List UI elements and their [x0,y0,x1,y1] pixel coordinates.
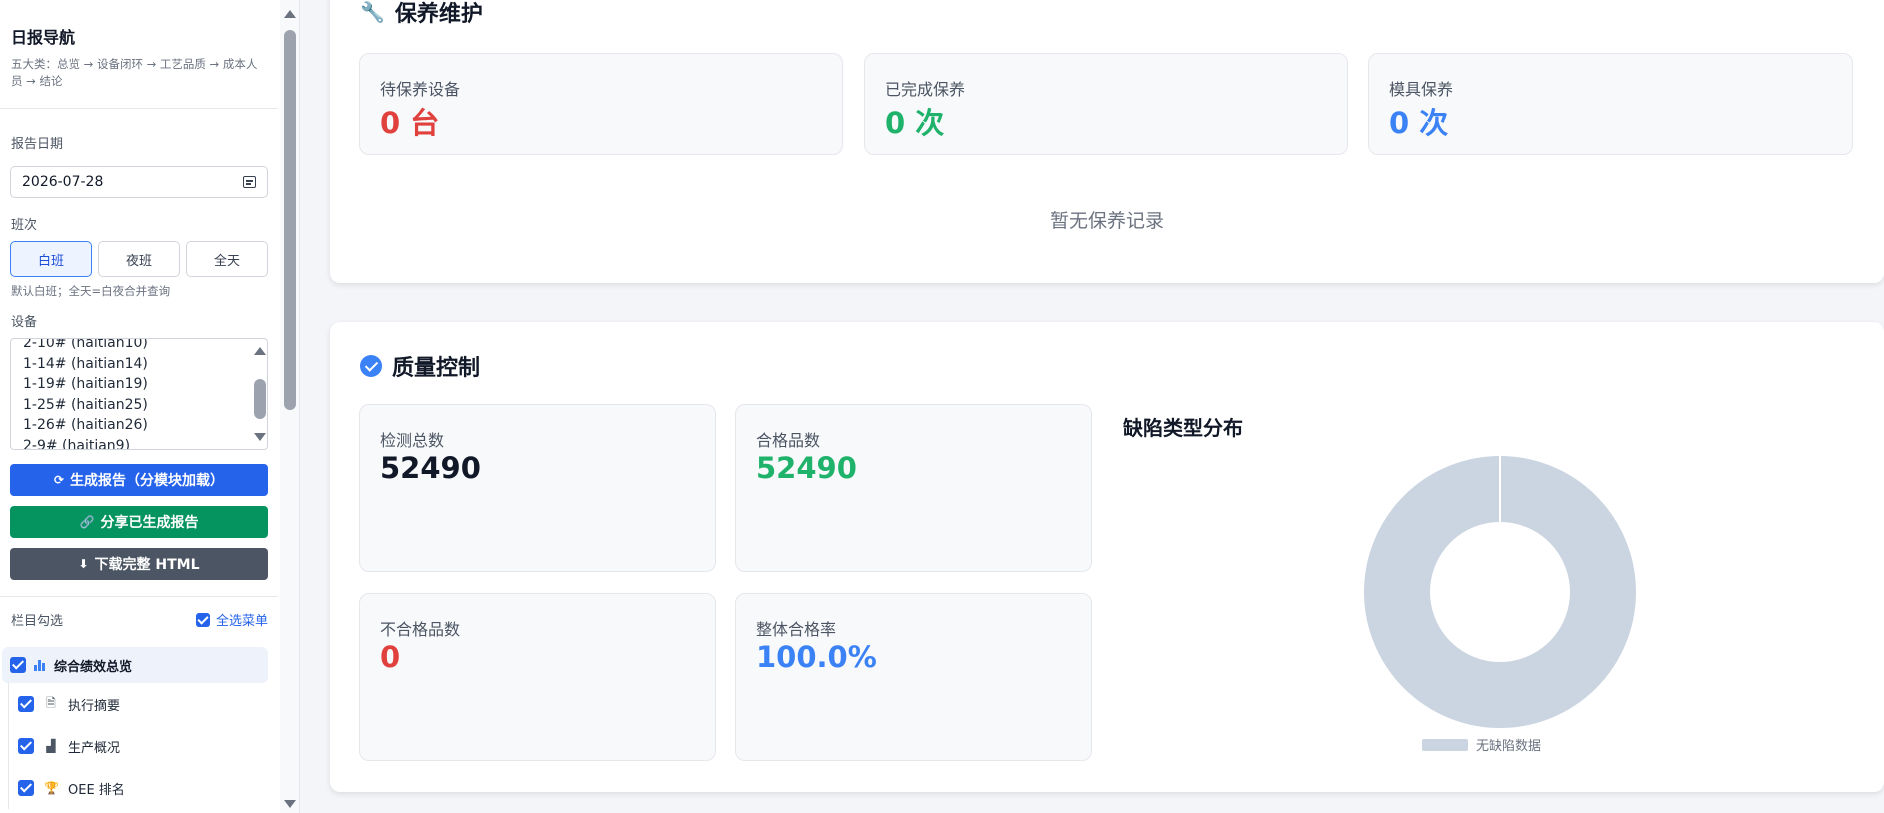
menu-item-production[interactable]: ▟ 生产概况 [9,725,278,767]
download-html-label: 下载完整 HTML [94,557,200,573]
device-label: 设备 [11,315,38,330]
report-date-value: 2026-07-28 [22,174,104,190]
stat-pass-rate: 整体合格率 100.0% [735,593,1092,761]
quality-title-text: 质量控制 [392,356,481,381]
stat-value: 0 [380,640,401,674]
stat-value: 52490 [380,451,481,485]
stat-label: 不合格品数 [380,620,461,639]
link-icon: 🔗 [79,515,95,529]
generate-report-button[interactable]: ⟳ 生成报告（分模块加载） [10,464,268,496]
stat-label: 检测总数 [380,431,445,450]
menu-label: 栏目勾选 [11,614,64,629]
bar-chart-icon [34,659,46,671]
stat-label: 模具保养 [1389,80,1454,99]
menu-header: 栏目勾选 全选菜单 [0,596,278,629]
device-option[interactable]: 1-26# (haitian26) [23,415,148,436]
stat-value: 0 台 [380,106,440,140]
sidebar-content: 日报导航 五大类：总览 → 设备闭环 → 工艺品质 → 成本人员 → 结论 报告… [0,0,278,813]
stat-value: 100.0% [756,640,877,674]
group-checkbox[interactable] [10,657,26,673]
shift-day-button[interactable]: 白班 [10,241,92,277]
select-all-checkbox[interactable] [195,612,210,627]
sidebar-scroll-thumb[interactable] [284,30,296,410]
stat-total-inspected: 检测总数 52490 [359,404,716,572]
share-report-button[interactable]: 🔗 分享已生成报告 [10,506,268,538]
stat-value: 52490 [756,451,857,485]
scroll-down-icon[interactable] [254,433,266,441]
trophy-icon: 🏆 [44,781,59,795]
stat-label: 已完成保养 [885,80,966,99]
shift-night-button[interactable]: 夜班 [98,241,180,277]
menu-item-label: 生产概况 [68,740,121,756]
menu-item-oee[interactable]: 🏆 OEE 排名 [9,767,278,809]
sidebar: 日报导航 五大类：总览 → 设备闭环 → 工艺品质 → 成本人员 → 结论 报告… [0,0,300,813]
shift-hint: 默认白班；全天=白夜合并查询 [11,284,171,298]
nav-title: 日报导航 [11,28,76,47]
scroll-up-icon[interactable] [254,347,266,355]
menu-item-summary[interactable]: 🗎 执行摘要 [9,683,278,725]
download-icon: ⬇ [78,557,89,571]
nav-description: 五大类：总览 → 设备闭环 → 工艺品质 → 成本人员 → 结论 [11,57,258,88]
item-checkbox[interactable] [18,696,34,712]
chart-legend[interactable]: 无缺陷数据 [1422,735,1541,754]
stat-label: 整体合格率 [756,620,837,639]
menu-item-label: OEE 排名 [68,782,125,798]
menu-item-label: 执行摘要 [68,698,121,714]
wrench-icon: 🔧 [360,0,385,24]
empty-maintenance-note: 暂无保养记录 [1049,210,1164,232]
menu-group-overview[interactable]: 综合绩效总览 [2,647,268,683]
device-option[interactable]: 1-14# (haitian14) [23,354,148,375]
stat-qualified: 合格品数 52490 [735,404,1092,572]
maintenance-section: 🔧 保养维护 待保养设备 0 台 已完成保养 0 次 模具保养 0 次 暂无保养… [330,0,1884,283]
maintenance-title: 🔧 保养维护 [360,0,483,28]
report-date-label: 报告日期 [11,137,64,152]
shift-all-button[interactable]: 全天 [186,241,268,277]
stat-mold-maintenance: 模具保养 0 次 [1368,53,1853,155]
factory-icon: ▟ [46,739,56,753]
stat-completed-maintenance: 已完成保养 0 次 [864,53,1348,155]
legend-label: 无缺陷数据 [1476,739,1542,754]
stat-value: 0 次 [1389,106,1449,140]
menu-sub-items: 🗎 执行摘要 ▟ 生产概况 🏆 OEE 排名 [8,683,278,809]
refresh-icon: ⟳ [53,473,65,487]
shift-selector: 白班 夜班 全天 [10,241,268,277]
device-list-scrollbar[interactable] [251,339,267,449]
defect-donut-chart [1350,452,1650,772]
select-all-toggle[interactable]: 全选菜单 [195,610,268,629]
maintenance-title-text: 保养维护 [394,2,483,27]
stat-defective: 不合格品数 0 [359,593,716,761]
device-option[interactable]: 1-25# (haitian25) [23,395,148,416]
device-option[interactable]: 1-19# (haitian19) [23,374,148,395]
defect-chart-title: 缺陷类型分布 [1123,416,1243,440]
generate-report-label: 生成报告（分模块加载） [70,473,225,489]
stat-label: 待保养设备 [380,80,461,99]
item-checkbox[interactable] [18,738,34,754]
device-option[interactable]: 2-9# (haitian9) [23,436,148,450]
stat-value: 0 次 [885,106,945,140]
calendar-icon[interactable] [243,176,256,188]
select-all-label: 全选菜单 [215,614,268,629]
share-report-label: 分享已生成报告 [100,515,199,531]
shift-label: 班次 [11,218,38,233]
quality-section: 质量控制 检测总数 52490 合格品数 52490 不合格品数 0 整体合格率… [330,322,1884,792]
item-checkbox[interactable] [18,780,34,796]
device-option[interactable]: 2-10# (haitian10) [23,339,148,354]
nav-header: 日报导航 五大类：总览 → 设备闭环 → 工艺品质 → 成本人员 → 结论 [0,0,278,109]
device-options: 2-10# (haitian10) 1-14# (haitian14) 1-19… [23,339,148,450]
legend-swatch [1422,738,1468,751]
stat-label: 合格品数 [756,431,821,450]
download-html-button[interactable]: ⬇ 下载完整 HTML [10,548,268,580]
sidebar-scroll-up-icon[interactable] [284,10,296,18]
document-icon: 🗎 [46,695,56,710]
device-multiselect[interactable]: 2-10# (haitian10) 1-14# (haitian14) 1-19… [10,338,268,450]
quality-title: 质量控制 [360,350,480,382]
stat-pending-maintenance: 待保养设备 0 台 [359,53,843,155]
menu-group-label: 综合绩效总览 [54,659,133,675]
scroll-thumb[interactable] [254,379,266,419]
report-date-input[interactable]: 2026-07-28 [10,166,268,198]
donut-svg [1364,456,1636,728]
check-circle-icon [360,355,382,377]
sidebar-scroll-down-icon[interactable] [284,800,296,808]
